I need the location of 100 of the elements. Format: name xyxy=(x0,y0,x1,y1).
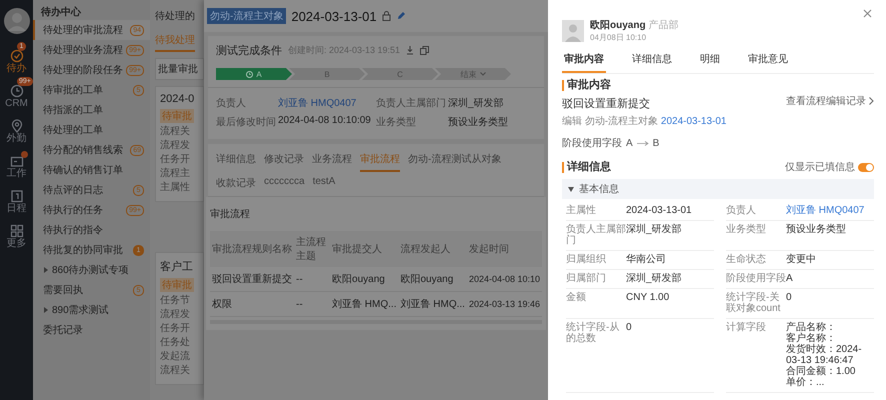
table-cell-text: 刘亚鲁 HMQ... xyxy=(332,298,396,311)
check-circle-icon xyxy=(10,49,24,63)
tab[interactable]: 明细 xyxy=(698,50,722,73)
field-label: 流程发 xyxy=(160,308,191,322)
nav-item[interactable]: CRM xyxy=(0,84,33,111)
field-label: 金额 xyxy=(566,292,587,305)
stage-value: B xyxy=(652,138,660,148)
tab[interactable]: 业务流程 xyxy=(312,150,352,172)
field-label: 任务节 xyxy=(160,294,191,308)
status-tag: 待审批 xyxy=(160,109,194,123)
field-value: 华南公司 xyxy=(626,254,667,265)
card-title: 测试完成条件 xyxy=(216,44,282,58)
card-title: 客户工 xyxy=(160,260,194,274)
table-cell: 2024-04-08 10:10 xyxy=(468,274,540,284)
history-link[interactable]: 查看流程编辑记录 xyxy=(786,94,874,108)
user-link[interactable]: 刘亚鲁 HMQ0407 xyxy=(278,96,376,110)
field-label: 负责人 xyxy=(216,96,247,110)
record-title: 2024-03-13-01 xyxy=(291,8,377,24)
card-title: 2024-0 xyxy=(160,93,196,105)
tab[interactable]: 详细信息 xyxy=(216,150,256,172)
field-value: 深圳_研发部 xyxy=(448,96,505,110)
status-tag: 待审批 xyxy=(160,278,194,292)
tab[interactable]: 详细信息 xyxy=(630,50,674,73)
field-value: 深圳_研发部 xyxy=(626,273,683,284)
nav-item[interactable]: 外勤 xyxy=(0,119,33,146)
submitter-name: 欧阳ouyang xyxy=(590,20,646,31)
table-cell: 2024-03-13 19:46 xyxy=(468,299,540,309)
todo-item[interactable]: 待确认的销售订单 xyxy=(33,160,150,180)
table-cell-text: 驳回设置重新提交 xyxy=(212,272,292,286)
table-cell: -- xyxy=(296,298,303,310)
approval-title: 驳回设置重新提交 xyxy=(562,96,650,111)
field-label: 负责人主属部门 xyxy=(566,224,626,246)
field-value: 变更中 xyxy=(786,254,817,265)
field-label: 任务开 xyxy=(160,322,191,336)
column-header: 发起时间 xyxy=(468,242,509,256)
table-cell-text: 刘亚鲁 HMQ... xyxy=(400,298,465,311)
field-value: CNY 1.00 xyxy=(626,292,670,305)
edit-summary: 编辑 勿动-流程主对象 2024-03-13-01 xyxy=(562,114,728,128)
field-label: 归属部门 xyxy=(566,273,607,284)
field-label: 负责人 xyxy=(726,205,757,216)
todo-group[interactable]: 890需求测试 xyxy=(33,300,150,320)
field-value: 2024-03-13-01 xyxy=(626,205,693,216)
nav-item[interactable]: 待办 xyxy=(0,49,33,76)
section-title: 审批内容 xyxy=(562,80,874,91)
field-label: 生命状态 xyxy=(726,254,767,265)
nav-item[interactable]: 更多 xyxy=(0,224,33,251)
tab[interactable]: 审批流程 xyxy=(360,150,400,172)
tab[interactable]: 收款记录 xyxy=(216,174,256,196)
submit-time: 04月08日 10:10 xyxy=(590,32,648,43)
tab[interactable]: ccccccca xyxy=(264,174,305,196)
tab[interactable]: testA xyxy=(312,174,336,196)
stage-step[interactable]: A xyxy=(216,68,292,80)
field-label: 发起流 xyxy=(160,350,191,364)
field-value: 产品名称： 客户名称： 发货时效：2024-03-13 19:46:47 合同金额：1.00 单价：... xyxy=(786,322,863,388)
table-cell-text: 欧阳ouyang xyxy=(400,273,454,286)
briefcase-icon xyxy=(10,154,24,168)
todo-item[interactable]: 待处理的工单 xyxy=(33,120,150,140)
field-label: 业务类型 xyxy=(726,224,767,237)
caret-icon xyxy=(43,307,49,313)
calendar-icon xyxy=(10,189,24,203)
group-header[interactable]: 基本信息 xyxy=(562,179,874,199)
tab[interactable]: 审批内容 xyxy=(562,50,606,73)
todo-item[interactable]: 待执行的指令 xyxy=(33,220,150,240)
chevron-down-icon xyxy=(480,72,486,76)
table-cell-text: 权限 xyxy=(212,298,232,311)
todo-group[interactable]: 860待办测试专项 xyxy=(33,260,150,280)
caret-icon xyxy=(568,186,574,192)
user-link[interactable]: 刘亚鲁 HMQ0407 xyxy=(786,205,874,216)
toggle-switch[interactable] xyxy=(858,162,874,172)
nav-item[interactable]: 日程 xyxy=(0,189,33,216)
field-label: 计算字段 xyxy=(726,322,767,335)
download-icon xyxy=(406,46,414,55)
location-pin-icon xyxy=(10,119,24,133)
tab[interactable]: 修改记录 xyxy=(264,150,304,172)
todo-item[interactable]: 委托记录 xyxy=(33,320,150,340)
table-cell: -- xyxy=(296,274,303,284)
tab[interactable]: 勿动-流程测试从对象 xyxy=(408,150,502,172)
record-link[interactable]: 2024-03-13-01 xyxy=(660,116,726,127)
clock-icon xyxy=(10,84,24,98)
field-label: 任务处 xyxy=(160,336,191,350)
column-header: 审批提交人 xyxy=(332,242,382,256)
grid-icon xyxy=(10,224,24,238)
field-label: 流程发 xyxy=(160,139,191,153)
nav-item[interactable]: 工作 xyxy=(0,154,33,181)
avatar xyxy=(4,8,30,34)
batch-approve-button[interactable]: 批量审批 xyxy=(155,58,204,80)
department-label: 产品部 xyxy=(648,20,679,31)
field-label: 阶段使用字段 xyxy=(726,273,786,284)
todo-item[interactable]: 待指派的工单 xyxy=(33,100,150,120)
section-title: 详细信息 xyxy=(562,162,611,172)
panel-title: 待办中心 xyxy=(40,5,82,20)
field-label: 归属组织 xyxy=(566,254,607,265)
field-value: 0 xyxy=(626,322,633,335)
section-title: 审批流程 xyxy=(210,208,251,221)
chevron-right-icon xyxy=(869,97,874,105)
field-label: 流程关 xyxy=(160,125,191,139)
filter-label: 仅显示已填信息 xyxy=(785,160,855,174)
tab[interactable]: 审批意见 xyxy=(746,50,790,73)
field-label: 主属性 xyxy=(566,205,597,216)
field-value: 2024-04-08 10:10:09 xyxy=(278,115,372,128)
